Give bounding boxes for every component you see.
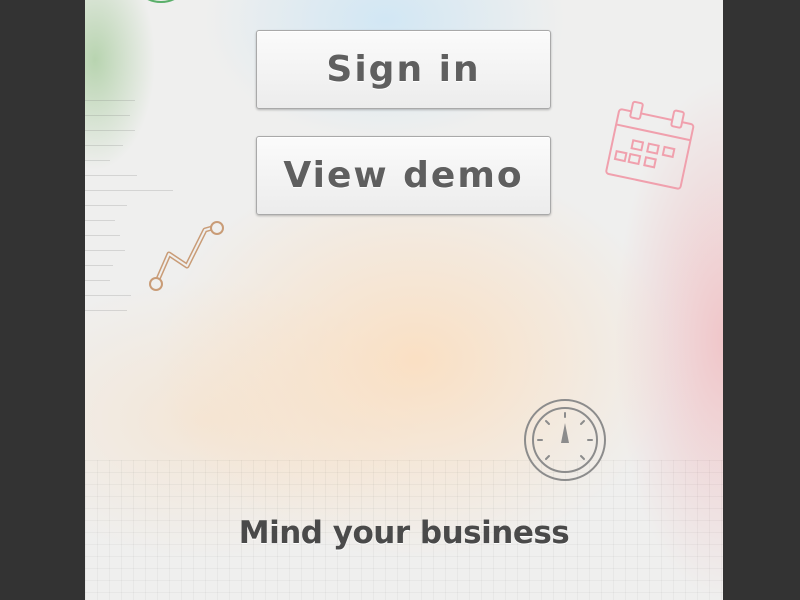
app-screen: Sign in View demo Mind your business	[85, 0, 723, 600]
tagline-text: Mind your business	[238, 515, 570, 551]
pie-chart-icon	[125, 0, 197, 12]
speedometer-icon	[522, 397, 608, 483]
calendar-icon	[600, 98, 700, 198]
view-demo-button[interactable]: View demo	[256, 136, 551, 215]
sign-in-button[interactable]: Sign in	[256, 30, 551, 109]
line-graph-icon	[147, 216, 229, 296]
